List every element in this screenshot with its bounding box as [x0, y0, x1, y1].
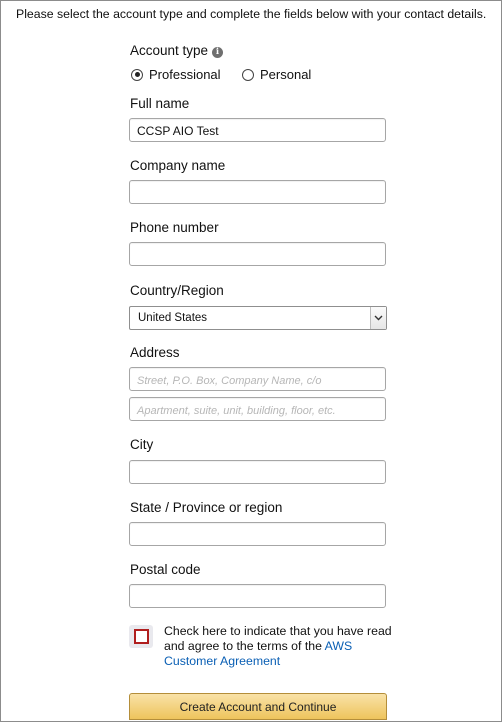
agreement-checkbox-wrap[interactable] — [129, 625, 153, 648]
radio-personal[interactable]: Personal — [242, 67, 311, 82]
radio-personal-label: Personal — [260, 67, 312, 82]
full-name-label: Full name — [130, 96, 190, 111]
state-input[interactable] — [129, 522, 386, 546]
info-icon[interactable]: i — [212, 47, 224, 58]
country-region-label: Country/Region — [130, 283, 224, 298]
company-name-label: Company name — [130, 158, 226, 173]
agreement-text: Check here to indicate that you have rea… — [164, 624, 394, 669]
intro-text: Please select the account type and compl… — [16, 7, 487, 21]
address-line1-input[interactable]: Street, P.O. Box, Company Name, c/o — [129, 367, 386, 391]
radio-professional[interactable]: Professional — [131, 67, 221, 82]
company-name-input[interactable] — [129, 180, 386, 204]
address-line2-placeholder: Apartment, suite, unit, building, floor,… — [137, 405, 336, 417]
postal-code-label: Postal code — [130, 562, 201, 577]
state-label: State / Province or region — [130, 500, 283, 515]
postal-code-input[interactable] — [129, 584, 386, 608]
address-line1-placeholder: Street, P.O. Box, Company Name, c/o — [137, 375, 322, 387]
chevron-down-icon[interactable] — [370, 307, 386, 329]
agreement-checkbox[interactable] — [133, 629, 149, 644]
phone-number-input[interactable] — [129, 242, 386, 266]
city-label: City — [130, 437, 154, 452]
country-region-select[interactable]: United States — [129, 306, 387, 330]
radio-professional-label: Professional — [149, 67, 221, 82]
full-name-input[interactable]: CCSP AIO Test — [129, 118, 386, 142]
address-label: Address — [130, 345, 180, 360]
account-type-label: Account type i — [130, 43, 224, 58]
phone-number-label: Phone number — [130, 220, 219, 235]
radio-personal-circle[interactable] — [242, 68, 254, 81]
signup-form-panel: Please select the account type and compl… — [0, 0, 502, 722]
radio-professional-circle[interactable] — [131, 68, 143, 81]
create-account-button[interactable]: Create Account and Continue — [129, 693, 387, 720]
country-selected-value: United States — [138, 312, 208, 324]
agreement-text-body: Check here to indicate that you have rea… — [164, 624, 392, 653]
full-name-value: CCSP AIO Test — [137, 124, 219, 138]
city-input[interactable] — [129, 460, 386, 484]
address-line2-input[interactable]: Apartment, suite, unit, building, floor,… — [129, 397, 386, 421]
